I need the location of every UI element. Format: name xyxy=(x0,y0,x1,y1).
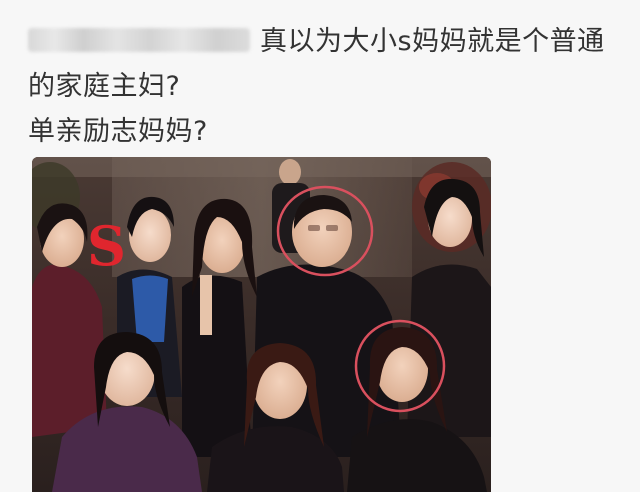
post-text-line-3: 单亲励志妈妈? xyxy=(28,116,208,147)
red-s-sign: S xyxy=(87,214,126,278)
social-post: 真以为大小s妈妈就是个普通 的家庭主妇? 单亲励志妈妈? S xyxy=(0,0,640,492)
group-photo[interactable]: S xyxy=(32,157,491,492)
post-text: 真以为大小s妈妈就是个普通 的家庭主妇? 单亲励志妈妈? xyxy=(28,19,628,154)
group-photo-image: S xyxy=(32,157,491,492)
post-text-line-2: 的家庭主妇? xyxy=(28,71,181,102)
post-text-line-1: 真以为大小s妈妈就是个普通 xyxy=(260,26,605,57)
